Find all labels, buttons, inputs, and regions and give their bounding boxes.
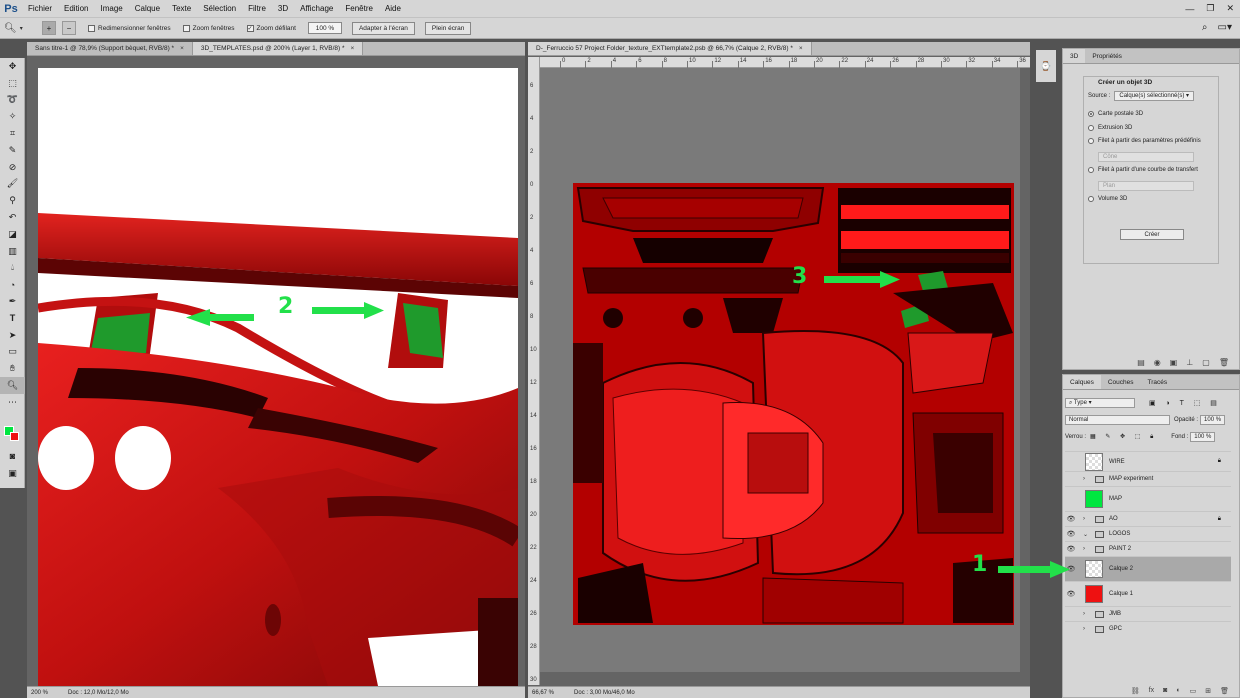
arrow-2-left <box>186 309 254 326</box>
arrow-1 <box>998 561 1070 578</box>
arrow-3 <box>824 271 900 288</box>
annotation-label-3: 3 <box>792 264 808 289</box>
annotation-label-2: 2 <box>278 294 294 319</box>
annotation-label-1: 1 <box>972 552 988 577</box>
arrow-2-right <box>312 302 384 319</box>
annotation-overlay <box>186 271 1070 578</box>
